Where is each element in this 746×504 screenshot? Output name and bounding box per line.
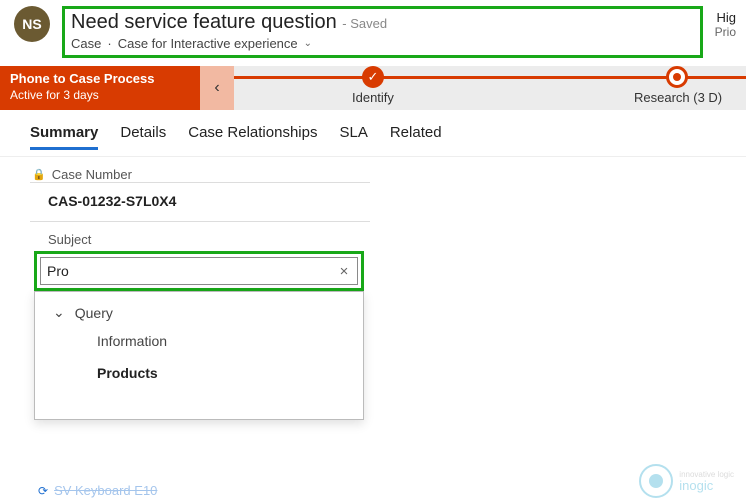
header-field-label: Hig <box>715 10 736 25</box>
bpf-stage-research-label: Research (3 D) <box>634 90 722 105</box>
record-title-text: Need service feature question <box>71 11 337 33</box>
bpf-stage-identify-label: Identify <box>352 90 394 105</box>
business-process-flow: Phone to Case Process Active for 3 days … <box>0 66 746 110</box>
logo-icon <box>639 464 673 498</box>
chevron-down-icon[interactable]: ⌄ <box>304 38 312 49</box>
record-subtitle: Case · Case for Interactive experience ⌄ <box>71 36 692 51</box>
subject-input-wrapper: × <box>40 257 358 285</box>
tab-relationships[interactable]: Case Relationships <box>188 124 317 150</box>
chevron-down-icon: ⌄ <box>53 304 65 321</box>
bpf-track: ✓ Identify Research (3 D) <box>234 66 746 110</box>
link-icon: ⟳ <box>38 484 48 498</box>
related-record-link[interactable]: ⟳ SV Keyboard E10 <box>38 483 157 498</box>
header-field: Hig Prio <box>715 6 736 39</box>
case-number-label: Case Number <box>52 167 132 182</box>
owner-avatar: NS <box>14 6 50 42</box>
form-selector[interactable]: Case for Interactive experience <box>118 36 298 51</box>
record-header: NS Need service feature question - Saved… <box>0 0 746 66</box>
header-field-value: Prio <box>715 25 736 39</box>
subject-highlight-box: × <box>34 251 364 291</box>
tab-sla[interactable]: SLA <box>339 124 367 150</box>
related-record-text: SV Keyboard E10 <box>54 483 157 498</box>
bpf-back-button[interactable]: ‹ <box>200 66 234 110</box>
tab-details[interactable]: Details <box>120 124 166 150</box>
lock-icon: 🔒 <box>32 168 46 181</box>
saved-indicator: - Saved <box>342 16 387 31</box>
tab-summary[interactable]: Summary <box>30 124 98 150</box>
subject-dropdown: ⌄ Query Information Products <box>34 291 364 420</box>
bpf-name: Phone to Case Process <box>10 71 190 88</box>
logo-text: innovative logic inogic <box>679 471 734 492</box>
dropdown-group-row[interactable]: ⌄ Query <box>35 298 363 325</box>
case-number-label-row: 🔒 Case Number <box>30 163 370 183</box>
bpf-stage-research-node[interactable] <box>666 66 688 88</box>
tab-related[interactable]: Related <box>390 124 442 150</box>
title-highlight-box: Need service feature question - Saved Ca… <box>62 6 703 58</box>
bpf-active-stage[interactable]: Phone to Case Process Active for 3 days <box>0 66 200 110</box>
dropdown-group-label: Query <box>75 305 113 321</box>
form-body: 🔒 Case Number CAS-01232-S7L0X4 Subject ×… <box>0 156 746 420</box>
bpf-duration: Active for 3 days <box>10 88 190 104</box>
case-number-value: CAS-01232-S7L0X4 <box>30 183 370 222</box>
dot-separator: · <box>107 36 111 51</box>
subject-label: Subject <box>30 222 370 251</box>
dropdown-item-products[interactable]: Products <box>35 357 363 389</box>
watermark-logo: innovative logic inogic <box>639 464 734 498</box>
bpf-stage-identify-node[interactable]: ✓ <box>362 66 384 88</box>
entity-name: Case <box>71 36 101 51</box>
clear-icon[interactable]: × <box>331 263 357 280</box>
form-tabs: Summary Details Case Relationships SLA R… <box>0 110 746 150</box>
subject-input[interactable] <box>41 263 331 279</box>
dropdown-item-information[interactable]: Information <box>35 325 363 357</box>
record-title: Need service feature question - Saved <box>71 11 692 34</box>
case-number-field: 🔒 Case Number CAS-01232-S7L0X4 Subject ×… <box>30 157 370 420</box>
